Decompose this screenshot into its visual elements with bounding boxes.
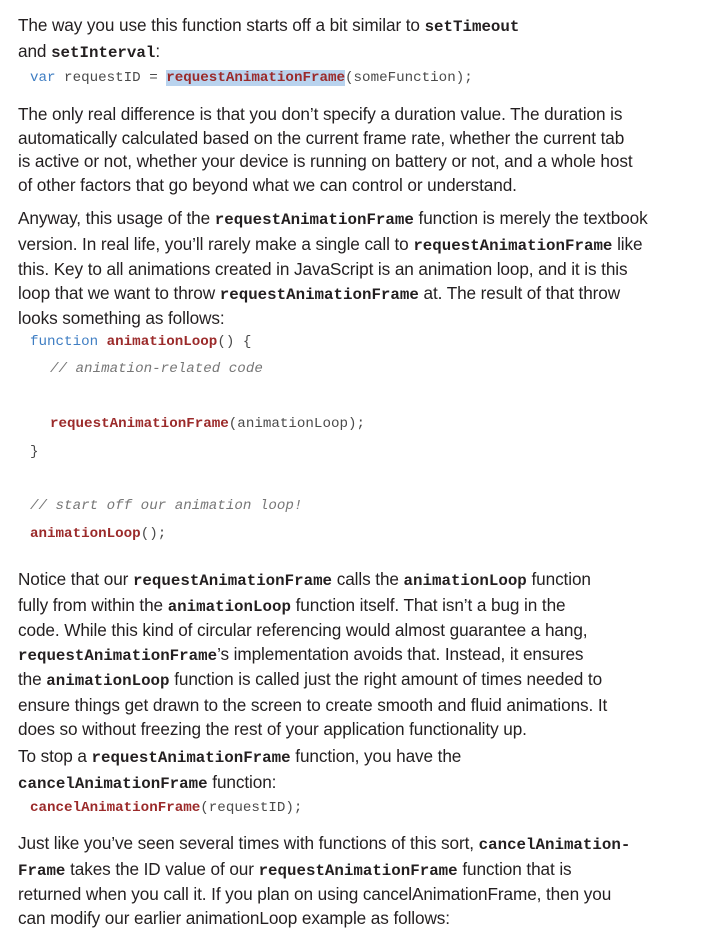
code-text: (); [140, 526, 167, 542]
inline-code: animationLoop [46, 672, 170, 691]
code-comment-start: // start off our animation loop! [30, 498, 302, 514]
text: function is merely the textbook [413, 208, 648, 228]
inline-code: cancelAnimation- [478, 836, 631, 854]
code-keyword: var [30, 70, 56, 86]
paragraph-cancel: Just like you’ve seen several times with… [18, 832, 708, 930]
code-text: } [30, 444, 39, 460]
text-line: requestAnimationFrame’s implementation a… [18, 643, 708, 669]
text-line: and setInterval: [18, 40, 708, 66]
text-line: The only real difference is that you don… [18, 104, 623, 124]
inline-code: requestAnimationFrame [413, 236, 613, 255]
code-block-request: var requestID = requestAnimationFrame(so… [30, 70, 473, 86]
code-block-loop-header: function animationLoop() { [30, 334, 251, 350]
text-line: Anyway, this usage of the requestAnimati… [18, 207, 708, 233]
text: ’s implementation avoids that. Instead, … [217, 643, 584, 664]
paragraph-duration: The only real difference is that you don… [18, 103, 708, 197]
text: function itself. That isn’t a bug in the [290, 594, 566, 615]
text-line: ensure things get drawn to the screen to… [18, 694, 608, 715]
text-line: of other factors that go beyond what we … [18, 174, 517, 195]
text-line: does so without freezing the rest of you… [18, 718, 527, 739]
text-line: version. In real life, you’ll rarely mak… [18, 233, 708, 259]
inline-code: animationLoop [167, 597, 291, 616]
text-line: looks something as follows: [18, 308, 225, 329]
paragraph-intro: The way you use this function starts off… [18, 14, 708, 65]
code-text: () { [217, 334, 252, 350]
text-line: returned when you call it. If you plan o… [18, 884, 612, 905]
code-comment: // animation-related code [50, 361, 263, 377]
text-line: loop that we want to throw requestAnimat… [18, 282, 708, 308]
text: Notice that our [18, 569, 133, 589]
text-line: To stop a requestAnimationFrame function… [18, 745, 708, 771]
text-line: cancelAnimationFrame function: [18, 771, 708, 797]
code-comment: // start off our animation loop! [30, 498, 303, 514]
text: loop that we want to throw [18, 282, 220, 303]
text: function: [207, 771, 277, 792]
text-line: fully from within the animationLoop func… [18, 594, 708, 620]
code-text: (requestID); [200, 800, 303, 816]
text: function that is [457, 858, 572, 879]
text-line: is active or not, whether your device is… [18, 151, 633, 172]
text: the [18, 669, 47, 690]
inline-code: setInterval [51, 43, 156, 62]
text: : [155, 40, 161, 61]
inline-code: setTimeout [424, 18, 520, 36]
inline-code: requestAnimationFrame [132, 572, 333, 590]
text: Anyway, this usage of the [18, 208, 215, 228]
text: version. In real life, you’ll rarely mak… [18, 233, 414, 254]
text: like [612, 233, 643, 254]
paragraph-notice: Notice that our requestAnimationFrame ca… [18, 568, 708, 741]
text: at. The result of that throw [418, 282, 621, 303]
text: function is called just the right amount… [169, 669, 603, 690]
text: The way you use this function starts off… [18, 15, 425, 35]
code-comment-line: // animation-related code [50, 361, 263, 377]
code-text: requestID = [55, 70, 167, 86]
text: function, you have the [290, 746, 462, 766]
code-close-brace: } [30, 444, 39, 460]
inline-code: requestAnimationFrame [18, 646, 218, 665]
code-keyword: function [30, 334, 99, 350]
inline-code: requestAnimationFrame [91, 749, 291, 767]
code-start-call: animationLoop(); [30, 526, 166, 542]
paragraph-stop: To stop a requestAnimationFrame function… [18, 745, 708, 796]
code-function-name: cancelAnimationFrame [30, 800, 201, 816]
inline-code: Frame [18, 861, 66, 880]
code-text: (someFunction); [345, 70, 473, 86]
text: takes the ID value of our [65, 858, 259, 879]
code-function-name: animationLoop [106, 334, 218, 350]
text-line: can modify our earlier animationLoop exa… [18, 907, 450, 928]
paragraph-usage: Anyway, this usage of the requestAnimati… [18, 207, 708, 331]
code-function-highlighted[interactable]: requestAnimationFrame [166, 70, 346, 86]
text-line: this. Key to all animations created in J… [18, 259, 628, 280]
inline-code: requestAnimationFrame [214, 211, 414, 229]
text: fully from within the [18, 594, 168, 615]
inline-code: requestAnimationFrame [258, 861, 458, 880]
text: calls the [332, 569, 404, 589]
code-text: (animationLoop); [228, 416, 366, 432]
text-line: Notice that our requestAnimationFrame ca… [18, 568, 708, 594]
text-line: code. While this kind of circular refere… [18, 620, 588, 641]
code-function-name: animationLoop [30, 526, 141, 542]
text-line: Frame takes the ID value of our requestA… [18, 858, 708, 884]
text: function [526, 569, 591, 589]
inline-code: animationLoop [403, 572, 527, 590]
text-line: Just like you’ve seen several times with… [18, 832, 708, 858]
text: To stop a [18, 746, 92, 766]
book-page: The way you use this function starts off… [0, 0, 714, 934]
code-block-cancel: cancelAnimationFrame(requestID); [30, 800, 302, 816]
code-call-line: requestAnimationFrame(animationLoop); [50, 416, 365, 432]
text-line: automatically calculated based on the cu… [18, 127, 625, 148]
text: Just like you’ve seen several times with… [18, 833, 479, 853]
inline-code: cancelAnimationFrame [18, 774, 208, 793]
text-line: the animationLoop function is called jus… [18, 668, 708, 694]
text: and [18, 40, 52, 61]
code-function-name: requestAnimationFrame [50, 416, 229, 432]
inline-code: requestAnimationFrame [219, 285, 419, 304]
text-line: The way you use this function starts off… [18, 14, 708, 40]
